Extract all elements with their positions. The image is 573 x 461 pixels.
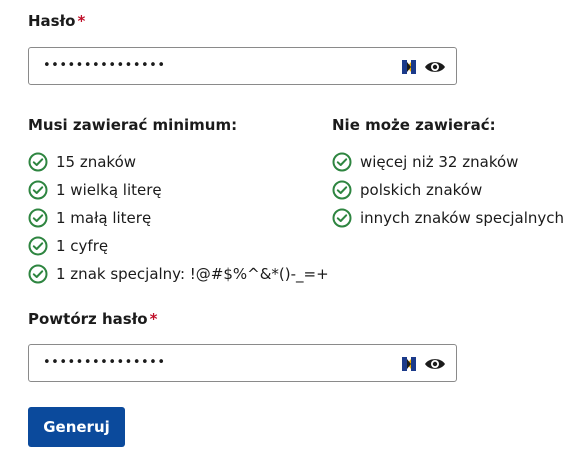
requirement-text: 15 znaków <box>56 153 137 171</box>
check-circle-icon <box>28 236 48 256</box>
requirement-item: 1 wielką literę <box>28 176 329 204</box>
restriction-text: innych znaków specjalnych <box>360 209 564 227</box>
keeper-icon[interactable] <box>402 60 416 74</box>
repeat-password-value[interactable]: ••••••••••••••• <box>43 345 166 381</box>
restriction-item: polskich znaków <box>332 176 564 204</box>
eye-icon[interactable] <box>424 356 446 372</box>
requirement-text: 1 wielką literę <box>56 181 162 199</box>
password-value[interactable]: ••••••••••••••• <box>43 48 166 84</box>
requirement-text: 1 małą literę <box>56 209 152 227</box>
check-circle-icon <box>332 152 352 172</box>
requirement-text: 1 znak specjalny: !@#$%^&*()-_=+ <box>56 265 329 283</box>
check-circle-icon <box>28 180 48 200</box>
check-circle-icon <box>28 152 48 172</box>
check-circle-icon <box>28 208 48 228</box>
check-circle-icon <box>332 208 352 228</box>
cannot-contain-section: Nie może zawierać: więcej niż 32 znaków … <box>332 116 564 232</box>
password-field[interactable]: ••••••••••••••• <box>28 47 457 85</box>
repeat-password-label-text: Powtórz hasło <box>28 310 148 328</box>
requirement-item: 1 znak specjalny: !@#$%^&*()-_=+ <box>28 260 329 288</box>
password-label: Hasło * <box>28 12 85 30</box>
check-circle-icon <box>332 180 352 200</box>
restriction-item: innych znaków specjalnych <box>332 204 564 232</box>
restriction-text: więcej niż 32 znaków <box>360 153 519 171</box>
repeat-password-field[interactable]: ••••••••••••••• <box>28 344 457 382</box>
requirement-item: 15 znaków <box>28 148 329 176</box>
eye-icon[interactable] <box>424 59 446 75</box>
requirement-item: 1 cyfrę <box>28 232 329 260</box>
requirement-item: 1 małą literę <box>28 204 329 232</box>
password-label-text: Hasło <box>28 12 76 30</box>
required-mark: * <box>77 12 86 30</box>
must-contain-title: Musi zawierać minimum: <box>28 116 238 134</box>
cannot-contain-title: Nie może zawierać: <box>332 116 496 134</box>
keeper-icon[interactable] <box>402 357 416 371</box>
check-circle-icon <box>28 264 48 284</box>
restriction-item: więcej niż 32 znaków <box>332 148 564 176</box>
generate-button[interactable]: Generuj <box>28 407 125 447</box>
required-mark: * <box>149 310 158 328</box>
must-contain-section: Musi zawierać minimum: 15 znaków 1 wielk… <box>28 116 329 288</box>
restriction-text: polskich znaków <box>360 181 483 199</box>
requirement-text: 1 cyfrę <box>56 237 109 255</box>
repeat-password-label: Powtórz hasło * <box>28 310 157 328</box>
